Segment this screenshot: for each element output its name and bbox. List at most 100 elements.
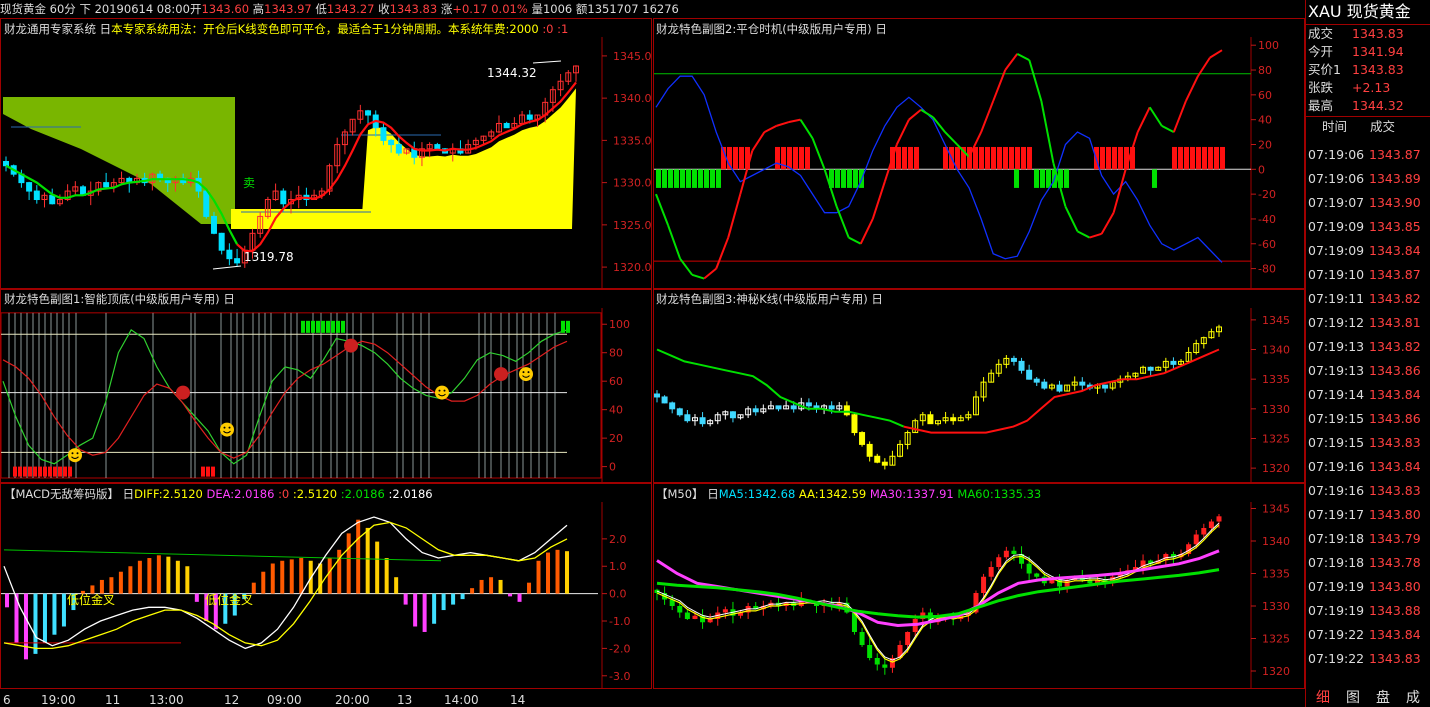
signal-bar-green bbox=[704, 169, 709, 188]
sub1-title-icon[interactable]: 日 bbox=[223, 292, 235, 306]
tick-row[interactable]: 07:19:13 1343.82 bbox=[1306, 335, 1430, 359]
tick-row[interactable]: 07:19:19 1343.88 bbox=[1306, 599, 1430, 623]
sub3-chart-svg[interactable]: 1345 1340 1335 1330 1325 1320 bbox=[654, 290, 1304, 482]
sub2-chart-svg[interactable]: 100 80 60 40 20 0 -20 -40 -60 -80 bbox=[654, 19, 1304, 288]
tick-row[interactable]: 07:19:18 1343.78 bbox=[1306, 551, 1430, 575]
tick-row[interactable]: 07:19:11 1343.82 bbox=[1306, 287, 1430, 311]
tick-row[interactable]: 07:19:07 1343.90 bbox=[1306, 191, 1430, 215]
ma-y-tick: 1335 bbox=[1262, 568, 1290, 581]
sub2-title-text: 财龙特色副图2:平仓时机(中级版用户专用) bbox=[656, 22, 872, 36]
candle-body bbox=[897, 645, 903, 658]
tick-time: 07:19:19 bbox=[1308, 579, 1365, 594]
tick-row[interactable]: 07:19:09 1343.85 bbox=[1306, 215, 1430, 239]
macd-bar bbox=[299, 558, 304, 594]
quote-label: 张跌 bbox=[1308, 80, 1334, 95]
top-bar bbox=[306, 320, 310, 333]
main-title-text: 财龙通用专家系统 bbox=[4, 22, 96, 36]
tab-orderbook[interactable]: 盘 bbox=[1376, 689, 1390, 707]
tick-row[interactable]: 07:19:16 1343.83 bbox=[1306, 479, 1430, 503]
macd-title-text: 【MACD无敌筹码版】 bbox=[4, 487, 119, 501]
sub3-y-tick: 1330 bbox=[1262, 403, 1290, 416]
candle-body bbox=[828, 405, 835, 410]
change-pct: 0.01% bbox=[491, 2, 528, 16]
tick-row[interactable]: 07:19:06 1343.87 bbox=[1306, 143, 1430, 167]
tick-row[interactable]: 07:19:15 1343.86 bbox=[1306, 407, 1430, 431]
sub1-y-tick: 40 bbox=[609, 404, 623, 417]
candle-body bbox=[388, 139, 395, 146]
amount-value: 1351707 bbox=[587, 2, 639, 16]
bottom-signal-face bbox=[68, 448, 82, 463]
high-label: 高 bbox=[252, 2, 265, 16]
sub1-title-text: 财龙特色副图1:智能顶底(中级版用户专用) bbox=[4, 292, 220, 306]
signal-bar-green bbox=[835, 169, 840, 188]
signal-bar-red bbox=[1112, 146, 1117, 170]
candle-body bbox=[981, 576, 987, 593]
signal-bar-red bbox=[902, 146, 907, 170]
ma-title-icon[interactable]: 日 bbox=[707, 487, 719, 501]
tab-detail[interactable]: 细 bbox=[1316, 689, 1330, 707]
sub1-panel[interactable]: 100 80 60 40 20 0 财龙特色副图1:智能顶底(中级版用户专用) 日 bbox=[0, 289, 652, 483]
signal-bar-red bbox=[896, 146, 901, 170]
tick-row[interactable]: 07:19:17 1343.80 bbox=[1306, 503, 1430, 527]
close-value: 1343.83 bbox=[389, 2, 438, 16]
tick-row[interactable]: 07:19:06 1343.89 bbox=[1306, 167, 1430, 191]
signal-line-segment bbox=[848, 236, 862, 245]
signal-line-segment bbox=[799, 119, 814, 139]
tick-list[interactable]: 07:19:06 1343.87 07:19:06 1343.89 07:19:07 13… bbox=[1306, 143, 1430, 683]
macd-bar bbox=[441, 593, 446, 611]
signal-line-segment bbox=[655, 193, 669, 226]
macd-bar bbox=[42, 593, 47, 643]
tick-row[interactable]: 07:19:22 1343.83 bbox=[1306, 647, 1430, 671]
ma-chart-svg[interactable]: 1345 1340 1335 1330 1325 1320 bbox=[654, 484, 1304, 688]
candle-body bbox=[26, 182, 33, 192]
macd-v2: :2.0186 bbox=[340, 487, 385, 501]
tab-trades[interactable]: 成 bbox=[1406, 689, 1420, 707]
signal-bar-green bbox=[1152, 169, 1157, 188]
tick-row[interactable]: 07:19:09 1343.84 bbox=[1306, 239, 1430, 263]
macd-bar bbox=[194, 593, 199, 602]
candle-body bbox=[1026, 369, 1033, 380]
sub2-panel[interactable]: 100 80 60 40 20 0 -20 -40 -60 -80 财龙特色副图2:平仓时机(中级… bbox=[653, 18, 1305, 289]
main-chart-svg[interactable]: 1345.0 1340.0 1335.0 1330.0 1325.0 1320.0 bbox=[1, 19, 651, 288]
macd-chart-svg[interactable]: 2.0 1.0 0.0 -1.0 -2.0 -3.0 bbox=[1, 484, 651, 688]
tick-row[interactable]: 07:19:18 1343.79 bbox=[1306, 527, 1430, 551]
tick-row[interactable]: 07:19:13 1343.86 bbox=[1306, 359, 1430, 383]
sub3-panel[interactable]: 1345 1340 1335 1330 1325 1320 财龙特色副图3:神秘K线(中级… bbox=[653, 289, 1305, 483]
sub2-title-icon[interactable]: 日 bbox=[875, 22, 887, 36]
sub1-chart-svg[interactable]: 100 80 60 40 20 0 bbox=[1, 290, 651, 482]
tab-chart[interactable]: 图 bbox=[1346, 689, 1360, 707]
extra-value: 16276 bbox=[642, 2, 679, 16]
tick-row[interactable]: 07:19:10 1343.87 bbox=[1306, 263, 1430, 287]
candle-body bbox=[1041, 381, 1048, 389]
macd-bar bbox=[422, 593, 427, 632]
top-signal-dot bbox=[494, 367, 508, 382]
macd-title-icon[interactable]: 日 bbox=[123, 487, 135, 501]
signal-bar-green bbox=[668, 169, 673, 188]
candle-body bbox=[103, 182, 110, 188]
tick-row[interactable]: 07:19:15 1343.83 bbox=[1306, 431, 1430, 455]
signal-line-segment bbox=[1089, 232, 1102, 239]
low-marker-label: 1319.78 bbox=[244, 250, 294, 264]
bottom-bar bbox=[43, 466, 47, 477]
bottom-bar bbox=[211, 466, 215, 477]
bottom-bar bbox=[38, 466, 42, 477]
main-title-icon[interactable]: 日 bbox=[100, 22, 112, 36]
ma-panel[interactable]: 1345 1340 1335 1330 1325 1320 【M50】 日MA5:1342… bbox=[653, 483, 1305, 689]
macd-bar bbox=[527, 582, 532, 594]
tick-row[interactable]: 07:19:16 1343.84 bbox=[1306, 455, 1430, 479]
macd-bar bbox=[185, 566, 190, 594]
macd-panel[interactable]: 2.0 1.0 0.0 -1.0 -2.0 -3.0 【MACD无敌筹码版】 日DIFF:… bbox=[0, 483, 652, 689]
signal-bar-red bbox=[1220, 146, 1225, 170]
period[interactable]: 60分 bbox=[50, 2, 76, 16]
signal-bar-red bbox=[997, 146, 1002, 170]
quote-value: +2.13 bbox=[1352, 80, 1391, 95]
tick-row[interactable]: 07:19:12 1343.81 bbox=[1306, 311, 1430, 335]
tick-row[interactable]: 07:19:22 1343.84 bbox=[1306, 623, 1430, 647]
macd-bar bbox=[346, 533, 351, 594]
candle-body bbox=[395, 144, 402, 154]
tick-row[interactable]: 07:19:14 1343.84 bbox=[1306, 383, 1430, 407]
sub2-y-tick: 20 bbox=[1258, 138, 1272, 151]
tick-row[interactable]: 07:19:19 1343.80 bbox=[1306, 575, 1430, 599]
sub3-title-icon[interactable]: 日 bbox=[871, 292, 883, 306]
main-chart-panel[interactable]: 1345.0 1340.0 1335.0 1330.0 1325.0 1320.0 财龙通… bbox=[0, 18, 652, 289]
